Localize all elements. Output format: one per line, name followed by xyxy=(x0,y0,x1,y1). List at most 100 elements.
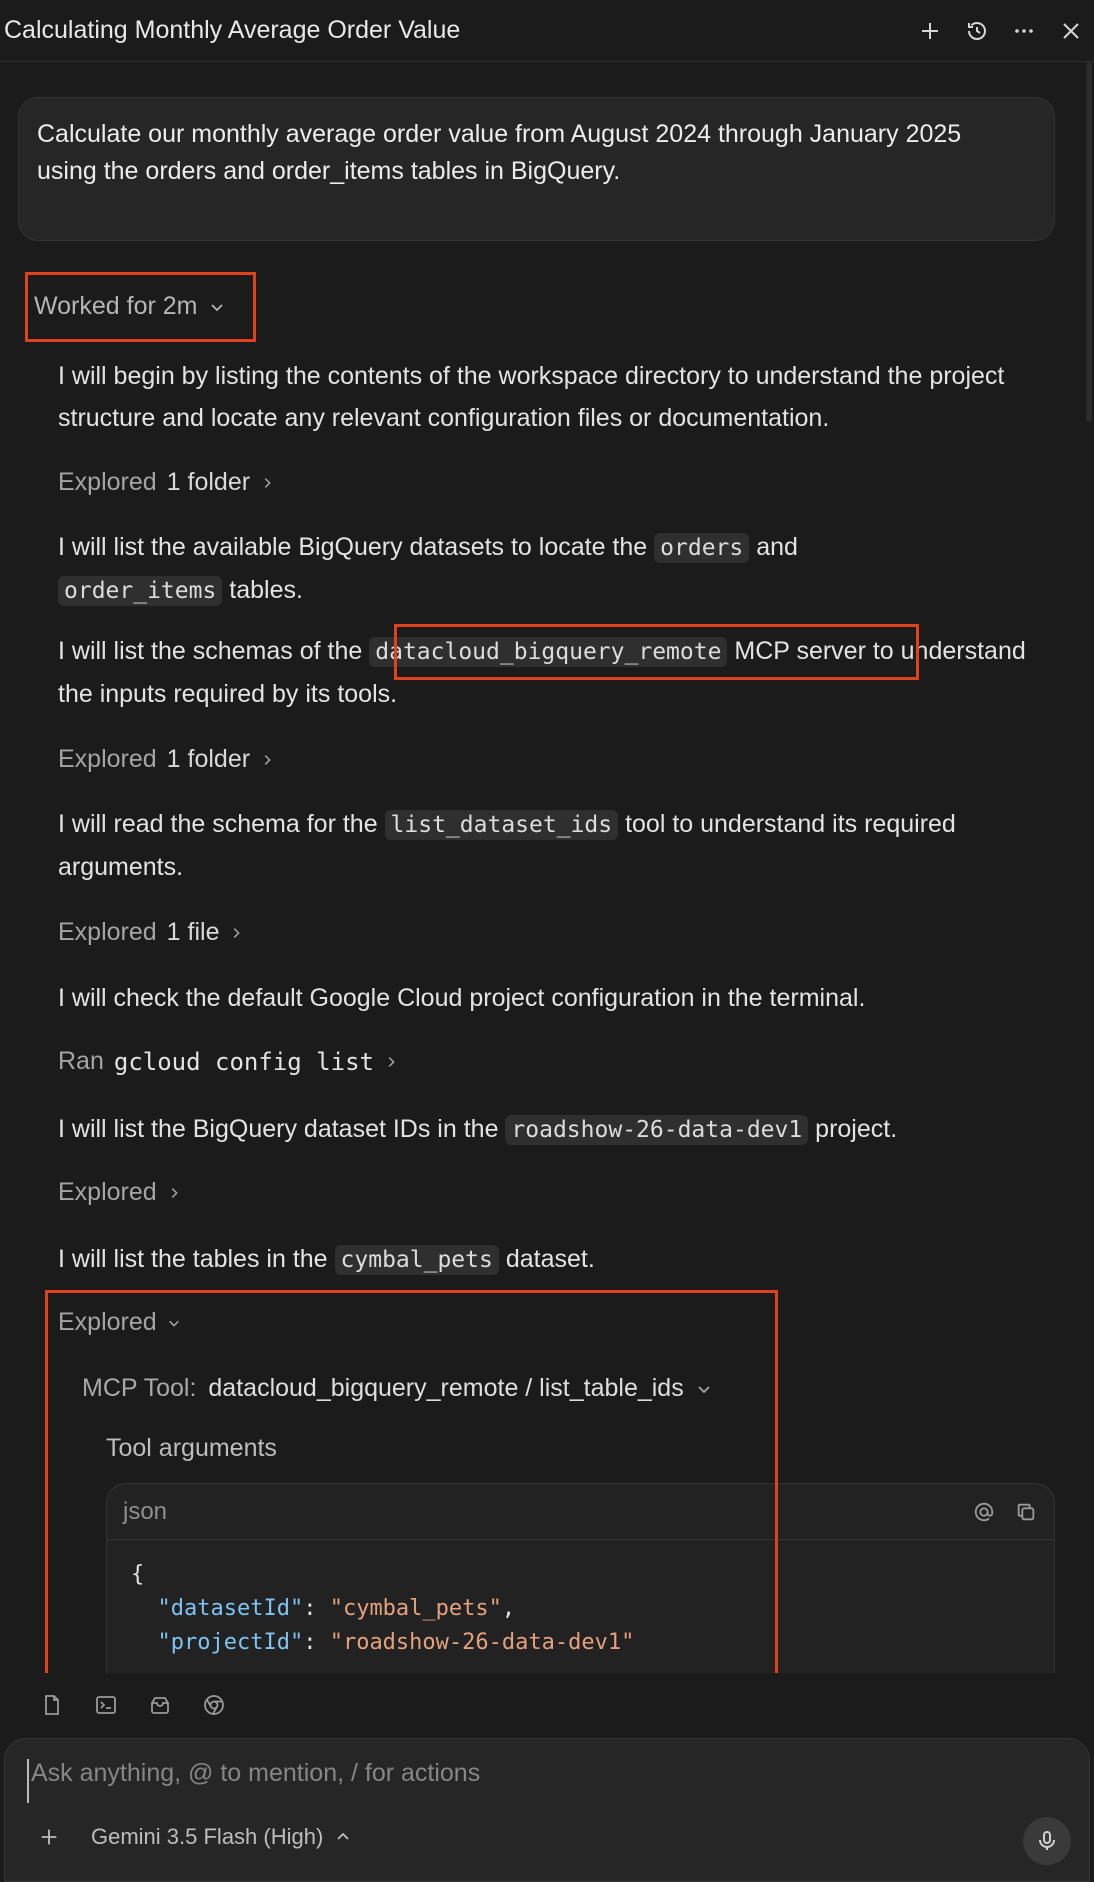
agent-message: I will begin by listing the contents of … xyxy=(58,355,1048,439)
chevron-right-icon xyxy=(264,754,271,765)
chevron-up-icon xyxy=(337,1832,349,1840)
agent-message-text: project. xyxy=(815,1115,898,1143)
agent-message-text: I will list the tables in the xyxy=(58,1245,328,1273)
inline-code: list_dataset_ids xyxy=(384,810,619,840)
explored-toggle[interactable]: Explored xyxy=(58,1178,181,1207)
chevron-right-icon xyxy=(171,1187,178,1198)
explored-detail: 1 folder xyxy=(166,745,251,773)
microphone-icon xyxy=(1039,1831,1055,1850)
plus-icon xyxy=(921,23,938,39)
explored-label: Explored xyxy=(58,1308,157,1336)
chrome-icon xyxy=(204,1695,224,1715)
json-value: "cymbal_pets" xyxy=(329,1596,502,1621)
voice-input-button[interactable] xyxy=(1023,1817,1071,1865)
copy-icon xyxy=(1017,1503,1035,1520)
agent-message: I will list the tables in the cymbal_pet… xyxy=(58,1238,1048,1281)
tool-arguments-label: Tool arguments xyxy=(106,1434,277,1462)
mcp-tool-toggle[interactable]: MCP Tool: datacloud_bigquery_remote / li… xyxy=(82,1374,712,1403)
agent-message-text: I will list the BigQuery dataset IDs in … xyxy=(58,1115,499,1143)
agent-message: I will read the schema for the list_data… xyxy=(58,803,1048,888)
agent-message-text: I will list the available BigQuery datas… xyxy=(58,533,648,561)
chevron-down-icon xyxy=(168,1320,179,1327)
explored-detail: 1 folder xyxy=(166,468,251,496)
explored-file-toggle[interactable]: Explored 1 file xyxy=(58,918,243,947)
agent-message-text: dataset. xyxy=(505,1245,595,1273)
chevron-down-icon xyxy=(211,303,224,311)
agent-message: I will list the available BigQuery datas… xyxy=(58,526,1048,612)
composer-controls: Gemini 3.5 Flash (High) xyxy=(33,1821,351,1853)
model-selector[interactable]: Gemini 3.5 Flash (High) xyxy=(91,1824,351,1850)
explored-folder-toggle[interactable]: Explored 1 folder xyxy=(58,745,274,774)
header-bar: Calculating Monthly Average Order Value xyxy=(0,0,1094,62)
close-icon xyxy=(1062,23,1079,39)
file-icon xyxy=(45,1695,59,1715)
code-block-header: json xyxy=(107,1484,1054,1540)
chevron-down-icon xyxy=(698,1385,710,1393)
code-block-actions xyxy=(972,1500,1038,1524)
ran-label: Ran xyxy=(58,1047,104,1075)
agent-message-text: MCP server xyxy=(734,637,866,665)
history-button[interactable] xyxy=(953,14,1000,48)
ran-command-toggle[interactable]: Ran gcloud config list xyxy=(58,1047,398,1076)
worked-duration-toggle[interactable]: Worked for 2m xyxy=(34,292,225,321)
inline-code: datacloud_bigquery_remote xyxy=(369,637,728,667)
close-button[interactable] xyxy=(1047,14,1094,48)
chevron-right-icon xyxy=(234,927,241,938)
agent-message-text: and xyxy=(756,533,798,561)
context-toolbar xyxy=(0,1673,1094,1737)
database-icon xyxy=(151,1697,169,1714)
explored-label: Explored xyxy=(58,918,157,946)
history-icon xyxy=(967,22,986,40)
at-sign-icon xyxy=(974,1502,994,1521)
mention-button[interactable] xyxy=(972,1500,996,1524)
attach-file-button[interactable] xyxy=(34,1687,70,1723)
inline-code: orders xyxy=(654,533,750,563)
agent-message: I will list the schemas of the datacloud… xyxy=(58,630,1048,715)
browser-button[interactable] xyxy=(196,1687,232,1723)
ran-command: gcloud config list xyxy=(113,1047,374,1076)
header-actions xyxy=(906,14,1094,48)
worked-duration-label: Worked for 2m xyxy=(34,292,198,320)
terminal-icon xyxy=(96,1696,116,1714)
agent-message-text: tables. xyxy=(229,576,303,604)
database-button[interactable] xyxy=(142,1687,178,1723)
agent-message: I will list the BigQuery dataset IDs in … xyxy=(58,1108,1048,1151)
user-message-line: Calculate our monthly average order valu… xyxy=(37,120,962,148)
terminal-button[interactable] xyxy=(88,1687,124,1723)
plus-icon xyxy=(41,1829,57,1845)
json-value: "roadshow-26-data-dev1" xyxy=(329,1630,635,1655)
explored-folder-toggle[interactable]: Explored 1 folder xyxy=(58,468,274,497)
add-context-button[interactable] xyxy=(33,1821,65,1853)
inline-code: order_items xyxy=(58,576,223,606)
json-brace: { xyxy=(131,1562,145,1587)
code-block: json { "datasetId": "cymbal_pets", "proj… xyxy=(106,1483,1055,1673)
mcp-tool-prefix: MCP Tool: xyxy=(82,1374,197,1402)
code-content: { "datasetId": "cymbal_pets", "projectId… xyxy=(131,1562,635,1655)
agent-message-text: I will begin by listing the contents of … xyxy=(58,362,1005,432)
explored-expanded-toggle[interactable]: Explored xyxy=(58,1308,181,1337)
chevron-right-icon xyxy=(388,1056,395,1067)
model-name: Gemini 3.5 Flash (High) xyxy=(91,1824,324,1849)
chat-composer: Gemini 3.5 Flash (High) xyxy=(4,1738,1090,1882)
explored-label: Explored xyxy=(58,1178,157,1206)
ellipsis-icon xyxy=(1014,29,1033,33)
inline-code: roadshow-26-data-dev1 xyxy=(505,1115,809,1145)
explored-label: Explored xyxy=(58,468,157,496)
json-key: "datasetId" xyxy=(157,1596,304,1621)
code-language: json xyxy=(123,1497,168,1525)
copy-button[interactable] xyxy=(1014,1500,1038,1524)
scrollbar-thumb[interactable] xyxy=(1086,62,1092,422)
conversation-title: Calculating Monthly Average Order Value xyxy=(4,16,461,44)
agent-message-text: I will check the default Google Cloud pr… xyxy=(58,984,866,1012)
chat-input[interactable] xyxy=(27,1759,1027,1803)
agent-message-text: I will read the schema for the xyxy=(58,810,378,838)
more-options-button[interactable] xyxy=(1000,14,1047,48)
user-message: Calculate our monthly average order valu… xyxy=(18,97,1055,241)
json-key: "projectId" xyxy=(157,1630,304,1655)
explored-label: Explored xyxy=(58,745,157,773)
agent-message: I will check the default Google Cloud pr… xyxy=(58,977,1048,1019)
new-chat-button[interactable] xyxy=(906,14,953,48)
inline-code: cymbal_pets xyxy=(334,1245,499,1275)
agent-message-text: I will list the schemas of the xyxy=(58,637,363,665)
explored-detail: 1 file xyxy=(166,918,220,946)
